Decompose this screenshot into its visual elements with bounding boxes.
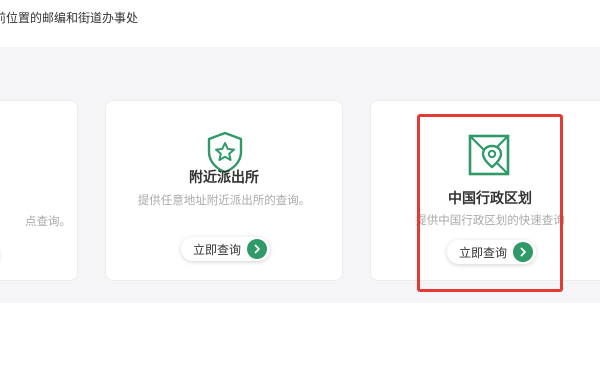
card-title: 附近派出所 <box>189 170 259 186</box>
chevron-right-icon <box>247 239 268 259</box>
card-desc: 提供任意地址附近派出所的查询。 <box>137 193 311 207</box>
card-nearby-police[interactable]: 附近派出所 提供任意地址附近派出所的查询。 立即查询 <box>105 100 343 281</box>
card-desc: 点查询。 <box>25 214 71 228</box>
query-now-button[interactable]: 立即查询 <box>181 237 271 261</box>
highlight-box <box>417 114 563 292</box>
button-label: 立即查询 <box>193 242 242 257</box>
card-partial-left[interactable]: 点查询。 <box>0 100 78 281</box>
page-subtitle: 前位置的邮编和街道办事处 <box>0 11 139 25</box>
